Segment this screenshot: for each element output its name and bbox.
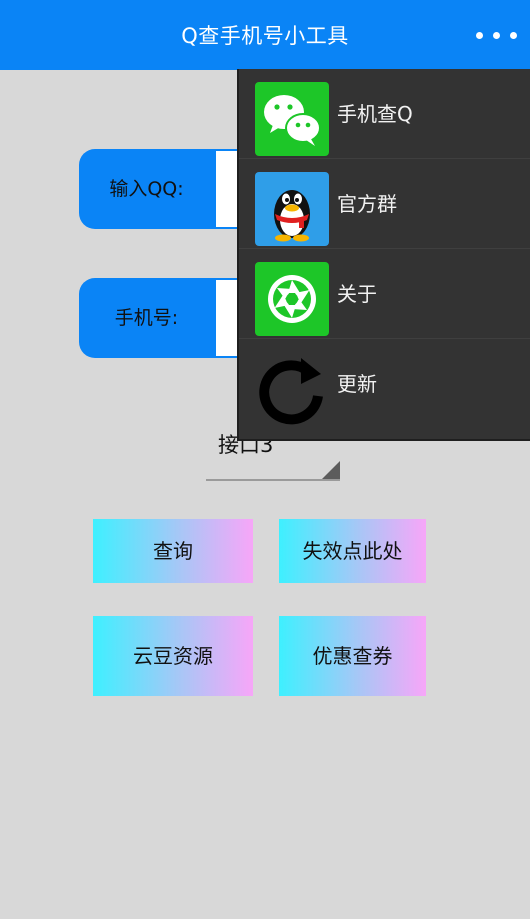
qq-label: 输入QQ:	[79, 149, 214, 229]
menu-item-label: 手机查Q	[337, 102, 413, 126]
invalid-click-button[interactable]: 失效点此处	[279, 519, 426, 583]
camera-aperture-icon	[255, 262, 329, 336]
menu-item-phone-to-qq[interactable]: 手机查Q	[239, 69, 530, 159]
refresh-icon	[255, 352, 329, 426]
menu-item-label: 更新	[337, 372, 377, 396]
phone-label: 手机号:	[79, 278, 214, 358]
menu-item-about[interactable]: 关于	[239, 249, 530, 339]
coupon-button[interactable]: 优惠查券	[279, 616, 426, 696]
select-underline	[206, 479, 340, 481]
select-arrow-icon	[322, 461, 340, 479]
top-bar: Q查手机号小工具	[0, 0, 530, 70]
wechat-icon	[255, 82, 329, 156]
page-title: Q查手机号小工具	[181, 24, 349, 48]
more-dot-icon	[510, 32, 517, 39]
menu-item-label: 官方群	[337, 192, 397, 216]
menu-item-label: 关于	[337, 282, 377, 306]
popup-menu: 手机查Q 官方群 关于 更新	[237, 69, 530, 441]
more-dot-icon	[493, 32, 500, 39]
more-menu-button[interactable]	[474, 24, 520, 46]
yundou-resource-button[interactable]: 云豆资源	[93, 616, 253, 696]
menu-item-official-group[interactable]: 官方群	[239, 159, 530, 249]
menu-item-update[interactable]: 更新	[239, 339, 530, 429]
more-dot-icon	[476, 32, 483, 39]
qq-penguin-icon	[255, 172, 329, 246]
query-button[interactable]: 查询	[93, 519, 253, 583]
